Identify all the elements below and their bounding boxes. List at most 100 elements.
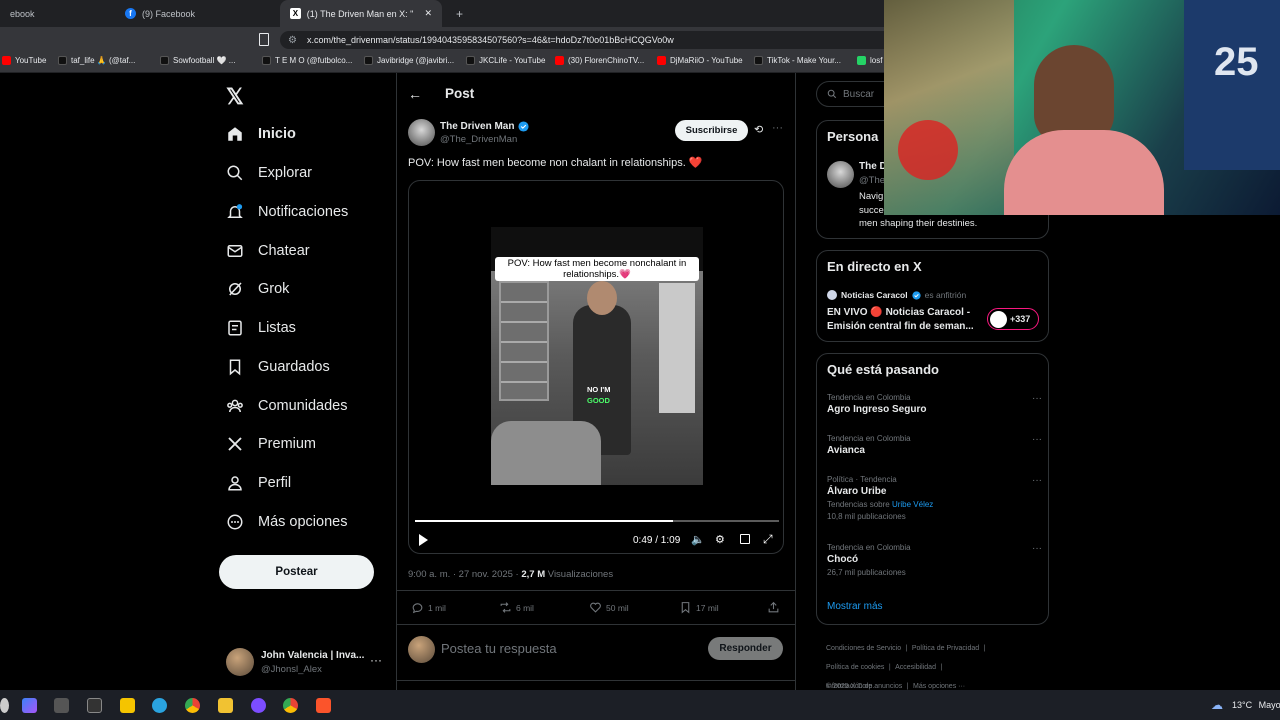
- bookmark-item[interactable]: taf_life 🙏 (@taf...: [58, 56, 135, 65]
- trend-item[interactable]: Tendencia en Colombia Chocó 26,7 mil pub…: [827, 543, 1042, 577]
- more-icon[interactable]: ···: [1032, 393, 1042, 404]
- share-button[interactable]: [767, 601, 780, 614]
- nav-item-premium[interactable]: Premium: [226, 429, 316, 459]
- person-icon: [228, 476, 242, 491]
- more-icon[interactable]: ···: [1032, 543, 1042, 554]
- reply-button[interactable]: 1 mil: [411, 601, 446, 614]
- trend-related-link[interactable]: Uribe Vélez: [892, 500, 933, 509]
- bookmark-item[interactable]: (30) FlorenChinoTV...: [555, 56, 644, 65]
- bookmark-button[interactable]: 17 mil: [679, 601, 719, 614]
- bookmark-label: Javibridge (@javibri...: [377, 56, 455, 65]
- grok-analyze-icon[interactable]: ⟲: [754, 123, 763, 136]
- like-button[interactable]: 50 mil: [589, 601, 629, 614]
- live-card[interactable]: En directo en X Noticias Caracol es anfi…: [816, 250, 1049, 342]
- author-name-row[interactable]: The Driven Man: [440, 121, 530, 132]
- bookmark-item[interactable]: TikTok - Make Your...: [754, 56, 841, 65]
- bookmark-item[interactable]: losf: [857, 56, 882, 65]
- chrome-icon[interactable]: [185, 698, 200, 713]
- fullscreen-icon[interactable]: ⤢: [763, 532, 773, 547]
- listener-count: +337: [1010, 314, 1031, 324]
- close-tab-icon[interactable]: ✕: [424, 8, 432, 19]
- person-bio: succe: [859, 205, 884, 216]
- app-icon[interactable]: [54, 698, 69, 713]
- nav-item-explorar[interactable]: Explorar: [226, 158, 312, 188]
- new-tab-icon[interactable]: +: [446, 0, 466, 27]
- nav-item-mas-opciones[interactable]: Más opciones: [226, 507, 347, 537]
- nav-item-guardados[interactable]: Guardados: [226, 352, 330, 382]
- avatar[interactable]: [827, 161, 854, 188]
- repost-button[interactable]: 6 mil: [499, 601, 534, 614]
- nav-item-grok[interactable]: Grok: [226, 274, 289, 304]
- account-switcher[interactable]: John Valencia | Inva... @Jhonsl_Alex ···: [226, 648, 386, 678]
- nav-item-notificaciones[interactable]: Notificaciones: [226, 197, 348, 227]
- author-avatar[interactable]: [408, 119, 435, 146]
- bookmark-item[interactable]: JKCLife - YouTube: [466, 56, 545, 65]
- trend-item[interactable]: Política · Tendencia Álvaro Uribe Tenden…: [827, 475, 1042, 521]
- bookmark-item[interactable]: Javibridge (@javibri...: [364, 56, 454, 65]
- bookmark-star-icon[interactable]: [259, 33, 269, 46]
- weather-widget[interactable]: 13°C Mayo: [1232, 700, 1280, 710]
- search-icon: [227, 165, 243, 181]
- card-title: Qué está pasando: [827, 362, 939, 377]
- notes-icon[interactable]: [120, 698, 135, 713]
- search-icon: [827, 89, 837, 99]
- bookmark-item[interactable]: YouTube: [2, 56, 46, 65]
- picture-in-picture-icon[interactable]: [740, 534, 750, 544]
- post-button[interactable]: Postear: [219, 555, 374, 589]
- reply-input[interactable]: Postea tu respuesta: [441, 641, 557, 656]
- start-icon[interactable]: [0, 698, 9, 713]
- telegram-icon[interactable]: [152, 698, 167, 713]
- back-arrow-icon[interactable]: ←: [408, 86, 422, 102]
- divider: [396, 624, 796, 625]
- repost-icon: [500, 602, 511, 613]
- bookmark-label: DjMaRiiO - YouTube: [670, 56, 743, 65]
- more-icon[interactable]: ···: [772, 122, 783, 134]
- show-more-link[interactable]: Mostrar más: [827, 601, 883, 612]
- browser-tab-active[interactable]: X (1) The Driven Man en X: "POV: H ✕: [280, 0, 442, 27]
- host-avatar: [827, 290, 837, 300]
- play-icon[interactable]: [419, 534, 428, 546]
- nav-item-chatear[interactable]: Chatear: [226, 236, 310, 266]
- site-info-icon[interactable]: ⚙: [288, 35, 297, 46]
- nav-item-inicio[interactable]: Inicio: [226, 119, 296, 149]
- nav-item-perfil[interactable]: Perfil: [226, 468, 291, 498]
- trend-category: Tendencia en Colombia: [827, 393, 911, 402]
- chrome-icon[interactable]: [283, 698, 298, 713]
- x-logo-icon[interactable]: 𝕏: [226, 84, 244, 110]
- bookmark-item[interactable]: DjMaRiiO - YouTube: [657, 56, 743, 65]
- footer-link[interactable]: Más opciones ···: [913, 683, 965, 690]
- obs-icon[interactable]: [87, 698, 102, 713]
- subscribe-button[interactable]: Suscribirse: [675, 120, 748, 141]
- trend-item[interactable]: Tendencia en Colombia Avianca ···: [827, 434, 1042, 456]
- nav-label: Explorar: [258, 165, 312, 181]
- nav-item-listas[interactable]: Listas: [226, 313, 296, 343]
- more-icon[interactable]: ···: [370, 653, 382, 667]
- more-icon[interactable]: ···: [1032, 475, 1042, 486]
- footer-link[interactable]: Condiciones de Servicio: [826, 645, 901, 652]
- bookmark-item[interactable]: Sowfootball 🤍 ...: [160, 56, 235, 65]
- brave-icon[interactable]: [316, 698, 331, 713]
- footer-link[interactable]: Accesibilidad: [895, 664, 936, 671]
- settings-icon[interactable]: ⚙: [715, 533, 725, 546]
- footer-link[interactable]: Política de Privacidad: [912, 645, 979, 652]
- person-bio: Navig: [859, 191, 884, 202]
- browser-tab[interactable]: ebook: [0, 0, 110, 27]
- footer-link[interactable]: Política de cookies: [826, 664, 884, 671]
- trend-category: Política · Tendencia: [827, 475, 897, 484]
- bookmark-item[interactable]: T E M O (@futbolco...: [262, 56, 352, 65]
- video-progress-track[interactable]: [415, 520, 779, 522]
- volume-icon[interactable]: 🔈: [691, 533, 705, 546]
- reply-submit-button[interactable]: Responder: [708, 637, 783, 660]
- person-name[interactable]: The D: [859, 161, 887, 172]
- app-icon[interactable]: [251, 698, 266, 713]
- trend-item[interactable]: Tendencia en Colombia Agro Ingreso Segur…: [827, 393, 1042, 415]
- bookmark-icon: [681, 602, 690, 614]
- nav-item-comunidades[interactable]: Comunidades: [226, 391, 347, 421]
- url-bar[interactable]: ⚙ x.com/the_drivenman/status/19940435958…: [280, 31, 900, 49]
- weather-temp: 13°C: [1232, 700, 1253, 710]
- browser-tab-facebook[interactable]: f (9) Facebook: [115, 0, 280, 27]
- copilot-icon[interactable]: [22, 698, 37, 713]
- video-player[interactable]: POV: How fast men become nonchalant in r…: [408, 180, 784, 554]
- more-icon[interactable]: ···: [1032, 434, 1042, 445]
- folder-icon[interactable]: [218, 698, 233, 713]
